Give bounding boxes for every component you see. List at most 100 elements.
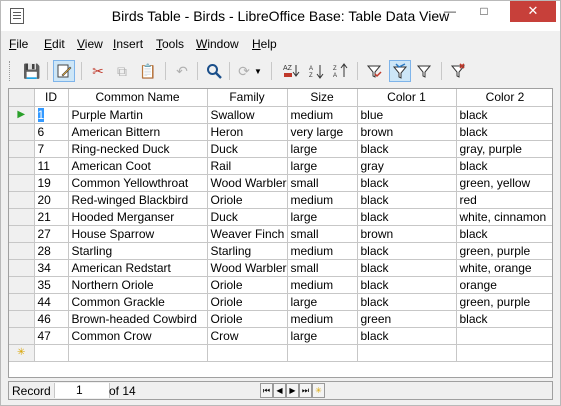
empty-cell[interactable] <box>68 344 208 362</box>
cell-color-1[interactable]: black <box>357 208 457 226</box>
cell-size[interactable]: large <box>287 208 358 226</box>
cell-id[interactable]: 11 <box>34 157 69 175</box>
menu-window[interactable]: Window <box>196 37 239 51</box>
autofilter-icon[interactable] <box>363 60 385 82</box>
cell-size[interactable]: small <box>287 259 358 277</box>
close-button[interactable]: ✕ <box>510 1 556 22</box>
row-header[interactable] <box>9 157 35 175</box>
cell-color-2[interactable]: white, cinnamon <box>456 208 552 226</box>
cell-color-1[interactable]: black <box>357 327 457 345</box>
cell-color-1[interactable]: brown <box>357 225 457 243</box>
row-header[interactable] <box>9 225 35 243</box>
cell-color-1[interactable]: black <box>357 242 457 260</box>
cell-color-1[interactable]: black <box>357 140 457 158</box>
cell-color-2[interactable]: green, yellow <box>456 174 552 192</box>
cell-color-1[interactable]: black <box>357 191 457 209</box>
table-row[interactable]: 44 Common Grackle Oriole large black green, p… <box>9 293 552 311</box>
cell-color-2[interactable]: black <box>456 106 552 124</box>
cell-id[interactable]: 6 <box>34 123 69 141</box>
sort-icon[interactable]: AZ <box>281 60 303 82</box>
menu-view[interactable]: View <box>77 37 103 51</box>
standard-filter-icon[interactable] <box>413 60 435 82</box>
row-header[interactable] <box>9 208 35 226</box>
cell-color-1[interactable]: brown <box>357 123 457 141</box>
row-header[interactable]: ▶ <box>9 106 35 124</box>
row-header[interactable] <box>9 293 35 311</box>
cell-family[interactable]: Duck <box>207 140 288 158</box>
table-row[interactable]: 47 Common Crow Crow large black <box>9 327 552 345</box>
cell-common-name[interactable]: Hooded Merganser <box>68 208 208 226</box>
table-row[interactable]: 27 House Sparrow Weaver Finch small brown bla… <box>9 225 552 243</box>
last-record-button[interactable]: ⏭ <box>299 383 312 398</box>
sort-descending-icon[interactable]: ZA <box>331 60 353 82</box>
cell-id[interactable]: 35 <box>34 276 69 294</box>
new-record-button[interactable]: ✳ <box>312 383 325 398</box>
cell-color-1[interactable]: blue <box>357 106 457 124</box>
cell-color-2[interactable]: red <box>456 191 552 209</box>
cell-common-name[interactable]: American Coot <box>68 157 208 175</box>
new-record-row[interactable]: ✳ <box>9 344 552 362</box>
maximize-button[interactable]: □ <box>467 1 501 22</box>
paste-icon[interactable]: 📋 <box>137 60 159 82</box>
cell-color-2[interactable]: orange <box>456 276 552 294</box>
column-header-size[interactable]: Size <box>287 89 358 107</box>
cell-id[interactable]: 47 <box>34 327 69 345</box>
cell-id[interactable]: 19 <box>34 174 69 192</box>
cell-family[interactable]: Oriole <box>207 310 288 328</box>
copy-icon[interactable]: ⧉ <box>111 60 133 82</box>
table-data-grid[interactable]: ID Common Name Family Size Color 1 Color… <box>8 88 553 378</box>
cell-family[interactable]: Rail <box>207 157 288 175</box>
previous-record-button[interactable]: ◀ <box>273 383 286 398</box>
column-header-common-name[interactable]: Common Name <box>68 89 208 107</box>
toolbar-grip[interactable] <box>9 61 12 81</box>
cell-family[interactable]: Crow <box>207 327 288 345</box>
row-header[interactable]: ✳ <box>9 344 35 362</box>
cell-color-1[interactable]: black <box>357 259 457 277</box>
cell-color-2[interactable]: green, purple <box>456 293 552 311</box>
cell-size[interactable]: medium <box>287 191 358 209</box>
cell-size[interactable]: medium <box>287 106 358 124</box>
menu-help[interactable]: Help <box>252 37 277 51</box>
cell-common-name[interactable]: Northern Oriole <box>68 276 208 294</box>
cell-common-name[interactable]: Red-winged Blackbird <box>68 191 208 209</box>
undo-icon[interactable]: ↶ <box>171 60 193 82</box>
cell-color-1[interactable]: black <box>357 276 457 294</box>
minimize-button[interactable]: — <box>433 1 467 22</box>
menu-insert[interactable]: Insert <box>113 37 143 51</box>
cell-color-2[interactable]: black <box>456 123 552 141</box>
cell-size[interactable]: large <box>287 327 358 345</box>
cell-id[interactable]: 7 <box>34 140 69 158</box>
cell-size[interactable]: medium <box>287 310 358 328</box>
cell-id[interactable]: 46 <box>34 310 69 328</box>
table-row[interactable]: 34 American Redstart Wood Warbler small blac… <box>9 259 552 277</box>
record-number-field[interactable]: 1 <box>54 383 110 398</box>
table-row[interactable]: 19 Common Yellowthroat Wood Warbler small bl… <box>9 174 552 192</box>
cell-size[interactable]: large <box>287 157 358 175</box>
cell-common-name[interactable]: Common Crow <box>68 327 208 345</box>
cell-family[interactable]: Duck <box>207 208 288 226</box>
cell-color-2[interactable] <box>456 327 552 345</box>
cell-id[interactable]: 20 <box>34 191 69 209</box>
cell-common-name[interactable]: Common Grackle <box>68 293 208 311</box>
row-header[interactable] <box>9 310 35 328</box>
cell-size[interactable]: small <box>287 174 358 192</box>
cell-color-1[interactable]: black <box>357 293 457 311</box>
cell-id[interactable]: 34 <box>34 259 69 277</box>
refresh-dropdown-icon[interactable]: ▼ <box>253 60 263 82</box>
find-icon[interactable] <box>203 60 225 82</box>
row-header[interactable] <box>9 276 35 294</box>
column-header-id[interactable]: ID <box>34 89 69 107</box>
edit-data-icon[interactable] <box>53 60 75 82</box>
cell-id[interactable]: 28 <box>34 242 69 260</box>
cell-size[interactable]: large <box>287 293 358 311</box>
row-header[interactable] <box>9 327 35 345</box>
cell-family[interactable]: Wood Warbler <box>207 174 288 192</box>
cell-family[interactable]: Wood Warbler <box>207 259 288 277</box>
save-icon[interactable]: 💾 <box>21 60 43 82</box>
cell-color-1[interactable]: green <box>357 310 457 328</box>
empty-cell[interactable] <box>456 344 552 362</box>
empty-cell[interactable] <box>357 344 457 362</box>
cell-color-2[interactable]: black <box>456 310 552 328</box>
cell-family[interactable]: Oriole <box>207 293 288 311</box>
table-row[interactable]: 11 American Coot Rail large gray black <box>9 157 552 175</box>
